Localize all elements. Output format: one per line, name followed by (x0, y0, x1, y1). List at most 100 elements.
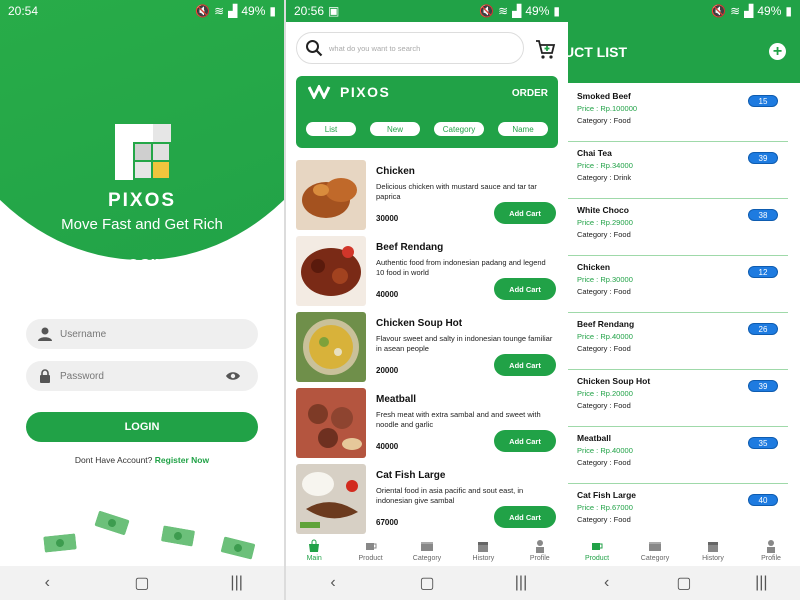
back-icon[interactable]: ‹ (313, 568, 353, 598)
login-screen: 20:54 🔇 ≋ ▟ 49% ▮ PIXOS Move Fast and Ge… (0, 0, 284, 600)
cart-icon[interactable] (534, 38, 556, 60)
add-cart-button[interactable]: Add Cart (494, 506, 556, 528)
recents-icon[interactable]: ||| (217, 568, 257, 598)
cup-icon (592, 542, 603, 550)
username-placeholder: Username (60, 328, 107, 340)
tab-product[interactable]: Product (351, 539, 391, 562)
signup-prompt: Dont Have Account? Register Now (0, 455, 284, 465)
product-name: Meatball (376, 394, 417, 405)
add-product-button[interactable]: + (769, 43, 786, 60)
list-item[interactable]: Beef Rendang Price : Rp.40000 Category :… (568, 313, 788, 370)
tab-category[interactable]: Category (407, 539, 447, 562)
product-price: 20000 (376, 366, 399, 375)
person-icon (535, 539, 544, 553)
bag-icon (309, 539, 320, 552)
qty-badge: 15 (748, 95, 778, 107)
list-item[interactable]: White Choco Price : Rp.29000 Category : … (568, 199, 788, 256)
tab-history[interactable]: History (693, 539, 733, 562)
tab-history[interactable]: History (463, 539, 503, 562)
tab-main[interactable]: Main (294, 539, 334, 562)
search-input[interactable]: what do you want to search (296, 32, 524, 64)
item-category: Category : Food (577, 401, 631, 410)
product-card: Beef Rendang Authentic food from indones… (296, 236, 560, 306)
money-icon (161, 525, 195, 547)
list-item[interactable]: Chai Tea Price : Rp.34000 Category : Dri… (568, 142, 788, 199)
brand-title: PIXOS (107, 190, 177, 211)
item-price: Price : Rp.20000 (577, 389, 633, 398)
image-icon: ▣ (328, 4, 340, 18)
add-cart-button[interactable]: Add Cart (494, 354, 556, 376)
product-name: Beef Rendang (376, 242, 444, 253)
add-cart-button[interactable]: Add Cart (494, 278, 556, 300)
username-field[interactable]: Username (26, 319, 258, 349)
add-cart-button[interactable]: Add Cart (494, 202, 556, 224)
item-category: Category : Food (577, 458, 631, 467)
add-cart-button[interactable]: Add Cart (494, 430, 556, 452)
item-category: Category : Food (577, 287, 631, 296)
item-name: Cat Fish Large (577, 490, 637, 500)
tab-label: Category (640, 554, 670, 562)
item-name: Smoked Beef (577, 91, 631, 101)
back-icon[interactable]: ‹ (587, 568, 627, 598)
item-name: White Choco (577, 205, 629, 215)
list-item[interactable]: Smoked Beef Price : Rp.100000 Category :… (568, 85, 788, 142)
tab-profile[interactable]: Profile (520, 539, 560, 562)
list-item[interactable]: Meatball Price : Rp.40000 Category : Foo… (568, 427, 788, 484)
eye-icon[interactable] (224, 367, 242, 385)
wifi-icon: ≋ (730, 4, 741, 18)
product-price: 67000 (376, 518, 399, 527)
back-icon[interactable]: ‹ (27, 568, 67, 598)
tab-label: Category (412, 554, 442, 562)
qty-badge: 39 (748, 380, 778, 392)
money-icon (94, 510, 130, 536)
recents-icon[interactable]: ||| (741, 568, 781, 598)
product-name: Chicken Soup Hot (376, 318, 463, 329)
tab-label: History (472, 554, 495, 562)
product-description: Authentic food from indonesian padang an… (376, 258, 546, 277)
tab-label: Profile (529, 554, 550, 562)
order-link[interactable]: ORDER (512, 88, 548, 99)
mute-icon: 🔇 (195, 4, 211, 18)
tagline: Move Fast and Get Rich (61, 216, 223, 233)
product-price: 40000 (376, 442, 399, 451)
product-card: Meatball Fresh meat with extra sambal an… (296, 388, 560, 458)
list-item[interactable]: Chicken Price : Rp.30000 Category : Food… (568, 256, 788, 313)
product-price: 30000 (376, 214, 399, 223)
filter-chips: List New Category Name (306, 122, 548, 136)
item-price: Price : Rp.40000 (577, 332, 633, 341)
signal-icon: ▟ (512, 4, 522, 18)
qty-badge: 12 (748, 266, 778, 278)
status-bar: 20:54 🔇 ≋ ▟ 49% ▮ (0, 0, 284, 22)
battery-icon: ▮ (785, 4, 792, 18)
password-field[interactable]: Password (26, 361, 258, 391)
cup-icon (365, 542, 377, 550)
tab-profile[interactable]: Profile (751, 539, 791, 562)
home-icon[interactable]: ▢ (407, 568, 447, 598)
home-icon[interactable]: ▢ (122, 568, 162, 598)
chicken-soup-photo (296, 312, 366, 382)
login-button[interactable]: LOGIN (26, 412, 258, 442)
filter-new[interactable]: New (370, 122, 420, 136)
home-icon[interactable]: ▢ (664, 568, 704, 598)
filter-category[interactable]: Category (434, 122, 484, 136)
person-icon (767, 539, 775, 553)
tab-category[interactable]: Category (635, 539, 675, 562)
search-placeholder: what do you want to search (329, 43, 421, 53)
item-name: Chicken Soup Hot (577, 376, 651, 386)
tab-label: Profile (761, 554, 781, 562)
item-price: Price : Rp.30000 (577, 275, 633, 284)
list-item[interactable]: Chicken Soup Hot Price : Rp.20000 Catego… (568, 370, 788, 427)
item-category: Category : Food (577, 116, 631, 125)
password-placeholder: Password (60, 370, 104, 382)
status-time: 20:56 (294, 4, 325, 18)
catfish-photo (296, 464, 366, 534)
filter-list[interactable]: List (306, 122, 356, 136)
list-item[interactable]: Cat Fish Large Price : Rp.67000 Category… (568, 484, 788, 540)
tab-label: Product (584, 554, 610, 562)
register-now-link[interactable]: Register Now (155, 455, 209, 465)
wifi-icon: ≋ (498, 4, 509, 18)
filter-name[interactable]: Name (498, 122, 548, 136)
bottom-tab-bar: Main Product Category History Profile (286, 534, 568, 566)
tab-product[interactable]: Product (577, 539, 617, 562)
recents-icon[interactable]: ||| (501, 568, 541, 598)
